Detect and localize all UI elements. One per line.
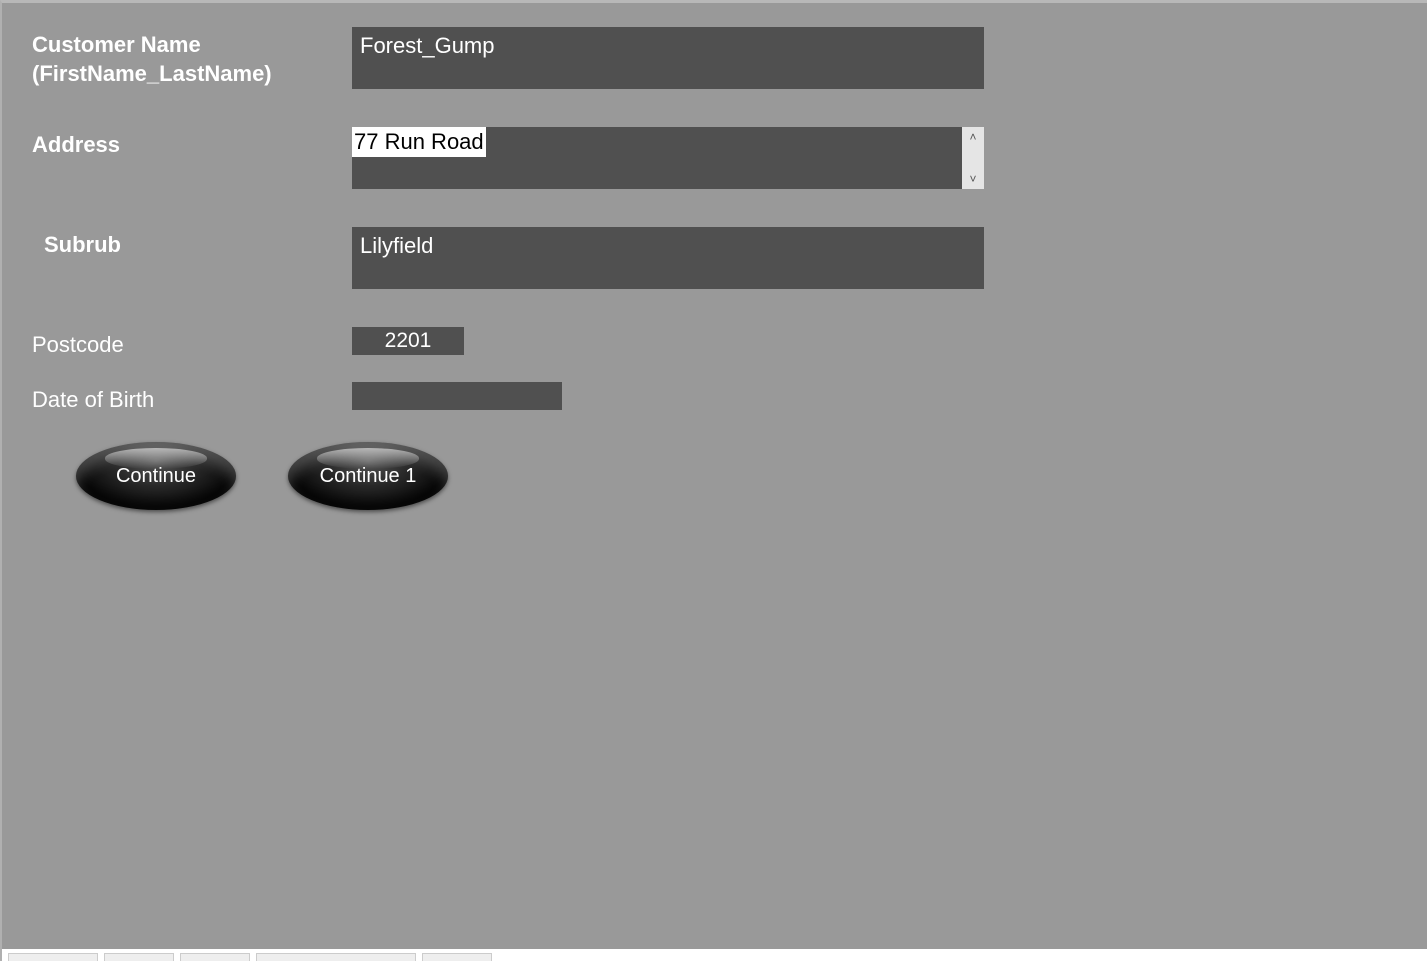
customer-name-input[interactable] [352,27,984,89]
label-customer-name-line1: Customer Name [32,31,352,60]
status-bar [2,949,1427,961]
label-customer-name: Customer Name (FirstName_LastName) [32,27,352,88]
continue1-button[interactable]: Continue 1 [288,442,448,510]
suburb-input[interactable] [352,227,984,289]
status-seg [8,953,98,961]
row-postcode: Postcode [32,327,1427,360]
button-row: Continue Continue 1 [76,442,1427,510]
label-suburb: Subrub [32,227,352,260]
address-input-wrap: 77 Run Road ˄ ˅ [352,127,984,189]
label-dob: Date of Birth [32,382,352,415]
address-selected-text[interactable]: 77 Run Road [352,127,486,157]
status-seg [180,953,250,961]
label-customer-name-line2: (FirstName_LastName) [32,60,352,89]
row-suburb: Subrub [32,227,1427,289]
status-seg [256,953,416,961]
label-postcode: Postcode [32,327,352,360]
status-seg [422,953,492,961]
scroll-up-icon[interactable]: ˄ [962,131,984,143]
scroll-down-icon[interactable]: ˅ [962,173,984,185]
customer-form: Customer Name (FirstName_LastName) Addre… [2,3,1427,510]
address-scrollbar[interactable]: ˄ ˅ [962,127,984,189]
row-customer-name: Customer Name (FirstName_LastName) [32,27,1427,89]
row-dob: Date of Birth [32,382,1427,415]
status-seg [104,953,174,961]
continue-button[interactable]: Continue [76,442,236,510]
label-address: Address [32,127,352,160]
postcode-input[interactable] [352,327,464,355]
dob-input[interactable] [352,382,562,410]
address-input[interactable]: 77 Run Road [352,127,962,189]
row-address: Address 77 Run Road ˄ ˅ [32,127,1427,189]
